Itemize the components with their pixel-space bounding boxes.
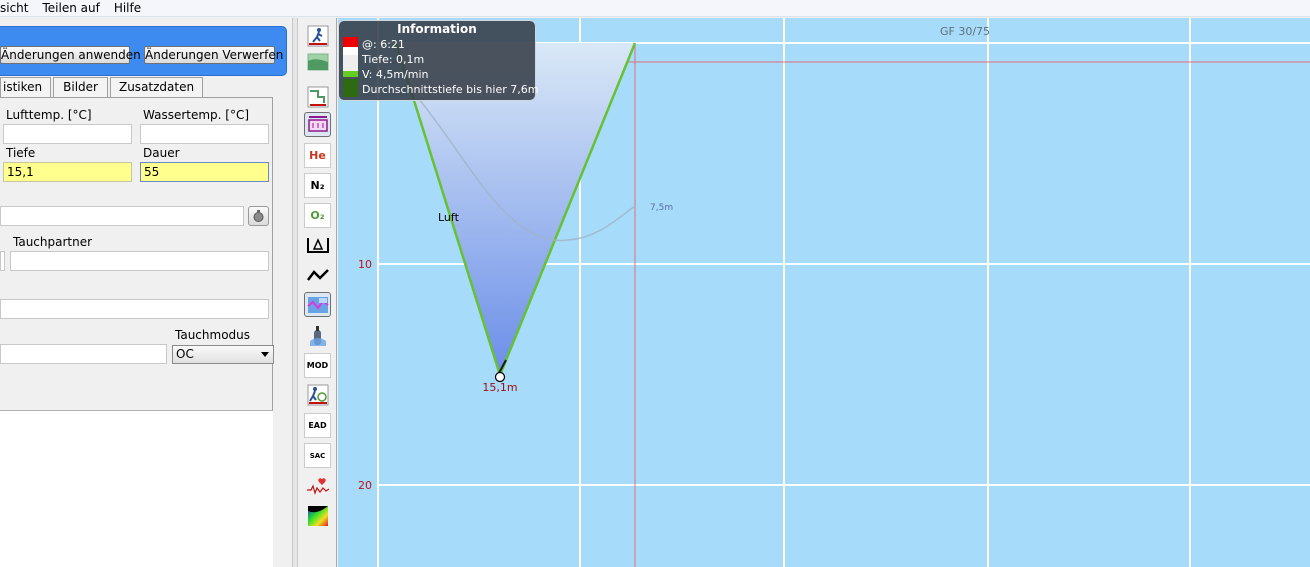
- notes-textarea[interactable]: [0, 410, 273, 567]
- duration-label: Dauer: [143, 146, 180, 160]
- calculated-ceiling-button[interactable]: [304, 49, 331, 74]
- information-title: Information: [397, 22, 477, 36]
- depth-tick-10: 10: [358, 258, 372, 271]
- delta-ruler-button[interactable]: [304, 232, 331, 257]
- tab-extra-data[interactable]: Zusatzdaten: [109, 77, 204, 97]
- increment-ceiling-icon: [307, 86, 328, 107]
- he-button[interactable]: He: [304, 143, 331, 168]
- dive-mode-label: Tauchmodus: [175, 328, 251, 342]
- apply-changes-button[interactable]: Änderungen anwenden: [0, 46, 141, 64]
- tank-button[interactable]: [304, 323, 331, 348]
- ceiling-diver-button[interactable]: [304, 23, 331, 48]
- info-depth: Tiefe: 0,1m: [362, 53, 425, 66]
- tags-input[interactable]: [0, 344, 167, 364]
- tank-icon: [309, 325, 326, 346]
- ead-button[interactable]: EAD: [304, 413, 331, 438]
- dive-info-panel: Änderungen anwenden Änderungen Verwerfen…: [0, 18, 292, 567]
- menu-share[interactable]: Teilen auf: [36, 0, 107, 16]
- discard-changes-button[interactable]: Änderungen Verwerfen: [144, 46, 283, 64]
- duration-input[interactable]: 55: [140, 162, 269, 182]
- heatmap-toggle-icon: [306, 296, 329, 313]
- gas-label: Luft: [438, 211, 460, 224]
- he-icon: He: [309, 149, 326, 162]
- mod-icon: MOD: [306, 361, 329, 370]
- tab-photos[interactable]: Bilder: [53, 77, 108, 97]
- heartrate-button[interactable]: [304, 473, 331, 498]
- heartrate-icon: [306, 477, 329, 495]
- n2-icon: N₂: [310, 179, 325, 192]
- ndl-icon: [307, 384, 328, 405]
- menu-help[interactable]: Hilfe: [107, 0, 148, 16]
- unsaved-changes-bar: Änderungen anwenden Änderungen Verwerfen: [0, 26, 287, 76]
- info-time: @: 6:21: [362, 38, 405, 51]
- gf-label: GF 30/75: [940, 25, 990, 38]
- tab-statistics[interactable]: istiken: [0, 77, 52, 97]
- depth-tick-20: 20: [358, 479, 372, 492]
- water-temp-label: Wassertemp. [°C]: [143, 108, 250, 122]
- water-temp-input[interactable]: [140, 124, 269, 144]
- tissue-heatmap-icon: [307, 505, 328, 526]
- buddy-input[interactable]: [10, 251, 269, 271]
- location-gps-button[interactable]: [248, 206, 269, 226]
- gas-pressure-icon: [343, 37, 358, 97]
- increment-ceiling-button[interactable]: [304, 84, 331, 109]
- sac-icon: SAC: [309, 451, 326, 460]
- suit-input[interactable]: [0, 299, 269, 319]
- depth-label: Tiefe: [6, 146, 36, 160]
- heatmap-toggle-button[interactable]: [304, 292, 331, 317]
- n2-button[interactable]: N₂: [304, 173, 331, 198]
- air-temp-label: Lufttemp. [°C]: [6, 108, 92, 122]
- tissue-heatmap-button[interactable]: [304, 503, 331, 528]
- menu-view[interactable]: sicht: [0, 0, 36, 16]
- buddy-label: Tauchpartner: [13, 235, 93, 249]
- air-temp-input[interactable]: [3, 124, 132, 144]
- average-depth-label: 7,5m: [650, 203, 673, 213]
- divemaster-input[interactable]: [0, 251, 5, 271]
- delta-ruler-icon: [306, 237, 329, 253]
- dive-mode-select[interactable]: OC: [172, 345, 274, 364]
- information-panel[interactable]: Information @: 6:21 Tiefe: 0,1m V: 4,5m/…: [338, 20, 539, 101]
- max-depth-label: 15,1m: [482, 381, 517, 394]
- ruler-icon: [307, 115, 328, 132]
- sac-button[interactable]: SAC: [304, 443, 331, 468]
- location-input[interactable]: [0, 206, 244, 226]
- tab-bar: istiken Bilder Zusatzdaten: [0, 77, 205, 97]
- calculated-ceiling-icon: [307, 53, 328, 70]
- ead-icon: EAD: [308, 421, 327, 430]
- profile-line-icon: [306, 268, 329, 281]
- chevron-down-icon: [261, 352, 269, 357]
- profile-line-button[interactable]: [304, 262, 331, 287]
- profile-toolbar: He N₂ O₂ MOD EAD SAC: [298, 18, 337, 567]
- o2-icon: O₂: [310, 209, 325, 222]
- mod-button[interactable]: MOD: [304, 353, 331, 378]
- depth-input[interactable]: 15,1: [3, 162, 132, 182]
- menubar: sicht Teilen auf Hilfe: [0, 0, 1310, 17]
- info-average-depth: Durchschnittstiefe bis hier 7,6m: [362, 83, 539, 96]
- o2-button[interactable]: O₂: [304, 203, 331, 228]
- dive-mode-value: OC: [176, 347, 194, 361]
- ceiling-diver-icon: [307, 25, 328, 46]
- dive-form: Lufttemp. [°C] Wassertemp. [°C] Tiefe Da…: [0, 97, 274, 567]
- ndl-button[interactable]: [304, 382, 331, 407]
- gps-icon: [253, 210, 264, 222]
- info-speed: V: 4,5m/min: [362, 68, 429, 81]
- ruler-button[interactable]: [304, 112, 331, 137]
